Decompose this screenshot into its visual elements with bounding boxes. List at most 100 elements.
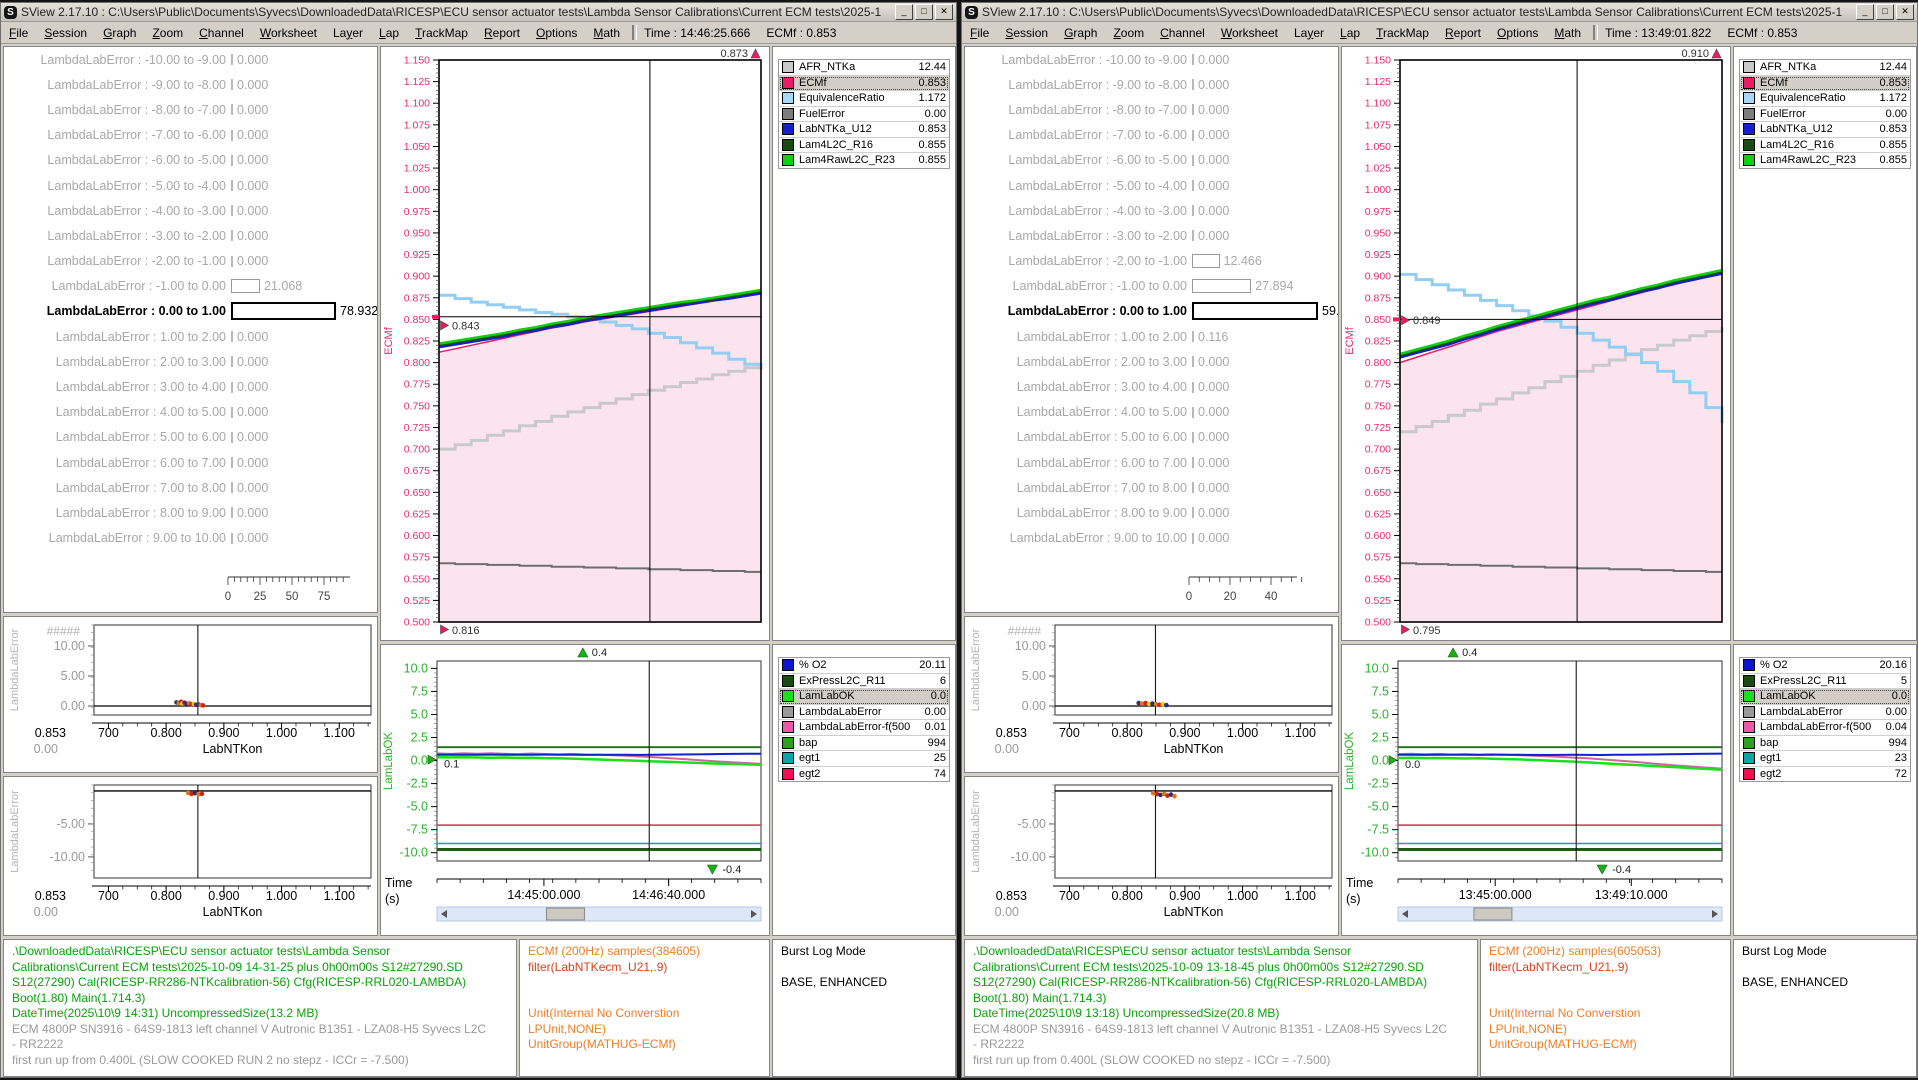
menu-item-graph[interactable]: Graph xyxy=(95,26,144,40)
minimize-button[interactable]: _ xyxy=(1856,4,1874,20)
legend-row[interactable]: AFR_NTKa12.44 xyxy=(1740,60,1910,76)
scatter-plot-2[interactable]: -5.00-10.007000.8000.9001.0001.100LabNTK… xyxy=(4,777,377,935)
histogram-row[interactable]: LambdaLabError : 9.00 to 10.000.000 xyxy=(965,526,1338,551)
legend-row[interactable]: LamLabOK0.0 xyxy=(1740,689,1910,705)
histogram-row[interactable]: LambdaLabError : 4.00 to 5.000.000 xyxy=(965,400,1338,425)
histogram-row[interactable]: LambdaLabError : 3.00 to 4.000.000 xyxy=(4,374,377,399)
histogram-row[interactable]: LambdaLabError : -9.00 to -8.000.000 xyxy=(4,72,377,97)
histogram-row[interactable]: LambdaLabError : -1.00 to 0.0027.894 xyxy=(965,274,1338,299)
maximize-button[interactable]: □ xyxy=(1876,4,1894,20)
histogram-row[interactable]: LambdaLabError : -5.00 to -4.000.000 xyxy=(4,173,377,198)
histogram-row[interactable]: LambdaLabError : 6.00 to 7.000.000 xyxy=(965,450,1338,475)
menu-item-math[interactable]: Math xyxy=(1546,26,1589,40)
menu-item-worksheet[interactable]: Worksheet xyxy=(252,26,325,40)
legend-row[interactable]: ECMf0.853 xyxy=(1740,76,1910,92)
histogram-row[interactable]: LambdaLabError : -5.00 to -4.000.000 xyxy=(965,173,1338,198)
legend-row[interactable]: FuelError0.00 xyxy=(779,107,949,123)
histogram-row[interactable]: LambdaLabError : -7.00 to -6.000.000 xyxy=(4,123,377,148)
legend-row[interactable]: LambdaLabError0.00 xyxy=(1740,705,1910,721)
histogram-row[interactable]: LambdaLabError : 7.00 to 8.000.000 xyxy=(965,475,1338,500)
histogram-row[interactable]: LambdaLabError : 7.00 to 8.000.000 xyxy=(4,475,377,500)
legend-row[interactable]: egt274 xyxy=(779,767,949,782)
menu-item-session[interactable]: Session xyxy=(36,26,95,40)
main-graph[interactable]: 1.1501.1251.1001.0751.0501.0251.0000.975… xyxy=(1342,47,1730,640)
histogram-row[interactable]: LambdaLabError : 0.00 to 1.0059.524 xyxy=(965,299,1338,324)
menu-item-report[interactable]: Report xyxy=(476,26,528,40)
histogram-row[interactable]: LambdaLabError : -10.00 to -9.000.000 xyxy=(4,47,377,72)
histogram-row[interactable]: LambdaLabError : 0.00 to 1.0078.932 xyxy=(4,299,377,324)
scatter-plot-2[interactable]: -5.00-10.007000.8000.9001.0001.100LabNTK… xyxy=(965,777,1338,935)
legend-row[interactable]: egt125 xyxy=(779,751,949,767)
histogram-row[interactable]: LambdaLabError : -8.00 to -7.000.000 xyxy=(965,97,1338,122)
legend-row[interactable]: EquivalenceRatio1.172 xyxy=(1740,91,1910,107)
menu-item-layer[interactable]: Layer xyxy=(1286,26,1332,40)
legend-row[interactable]: % O220.16 xyxy=(1740,658,1910,674)
main-graph[interactable]: 1.1501.1251.1001.0751.0501.0251.0000.975… xyxy=(381,47,769,640)
menu-item-trackmap[interactable]: TrackMap xyxy=(407,26,476,40)
legend-row[interactable]: ExPressL2C_R115 xyxy=(1740,674,1910,690)
legend-row[interactable]: LambdaLabError-f(5000.01 xyxy=(779,720,949,736)
legend-row[interactable]: LabNTKa_U120.853 xyxy=(779,122,949,138)
menu-item-channel[interactable]: Channel xyxy=(191,26,252,40)
scatter-plot-1[interactable]: #####10.005.000.007000.8000.9001.0001.10… xyxy=(4,617,377,772)
legend-row[interactable]: EquivalenceRatio1.172 xyxy=(779,91,949,107)
menu-item-math[interactable]: Math xyxy=(585,26,628,40)
menu-item-options[interactable]: Options xyxy=(1489,26,1546,40)
legend-row[interactable]: LambdaLabError0.00 xyxy=(779,705,949,721)
histogram-row[interactable]: LambdaLabError : 9.00 to 10.000.000 xyxy=(4,526,377,551)
menu-item-trackmap[interactable]: TrackMap xyxy=(1368,26,1437,40)
legend-row[interactable]: LambdaLabError-f(5000.04 xyxy=(1740,720,1910,736)
histogram-row[interactable]: LambdaLabError : -6.00 to -5.000.000 xyxy=(965,148,1338,173)
histogram-row[interactable]: LambdaLabError : -2.00 to -1.0012.466 xyxy=(965,249,1338,274)
menu-item-lap[interactable]: Lap xyxy=(1332,26,1368,40)
maximize-button[interactable]: □ xyxy=(915,4,933,20)
histogram-row[interactable]: LambdaLabError : -3.00 to -2.000.000 xyxy=(4,223,377,248)
histogram-row[interactable]: LambdaLabError : -7.00 to -6.000.000 xyxy=(965,123,1338,148)
close-button[interactable]: ✕ xyxy=(935,4,953,20)
menu-item-worksheet[interactable]: Worksheet xyxy=(1213,26,1286,40)
scatter-plot-1[interactable]: #####10.005.000.007000.8000.9001.0001.10… xyxy=(965,617,1338,772)
legend-row[interactable]: % O220.11 xyxy=(779,658,949,674)
menu-item-report[interactable]: Report xyxy=(1437,26,1489,40)
menu-item-file[interactable]: File xyxy=(962,26,997,40)
legend-row[interactable]: LabNTKa_U120.853 xyxy=(1740,122,1910,138)
legend-row[interactable]: ECMf0.853 xyxy=(779,76,949,92)
histogram-row[interactable]: LambdaLabError : -2.00 to -1.000.000 xyxy=(4,249,377,274)
histogram-row[interactable]: LambdaLabError : -6.00 to -5.000.000 xyxy=(4,148,377,173)
histogram-row[interactable]: LambdaLabError : 1.00 to 2.000.000 xyxy=(4,324,377,349)
histogram-row[interactable]: LambdaLabError : 6.00 to 7.000.000 xyxy=(4,450,377,475)
histogram-row[interactable]: LambdaLabError : 8.00 to 9.000.000 xyxy=(4,500,377,525)
legend-row[interactable]: Lam4RawL2C_R230.855 xyxy=(779,153,949,168)
time-plot[interactable]: 10.07.55.02.50.0-2.5-5.0-7.5-10.0LamLabO… xyxy=(381,645,769,935)
menu-item-file[interactable]: File xyxy=(1,26,36,40)
legend-row[interactable]: egt272 xyxy=(1740,767,1910,782)
menu-item-graph[interactable]: Graph xyxy=(1056,26,1105,40)
menu-item-options[interactable]: Options xyxy=(528,26,585,40)
histogram-row[interactable]: LambdaLabError : 5.00 to 6.000.000 xyxy=(965,425,1338,450)
menu-item-layer[interactable]: Layer xyxy=(325,26,371,40)
histogram-row[interactable]: LambdaLabError : -4.00 to -3.000.000 xyxy=(965,198,1338,223)
histogram-row[interactable]: LambdaLabError : 4.00 to 5.000.000 xyxy=(4,400,377,425)
histogram-row[interactable]: LambdaLabError : 1.00 to 2.000.116 xyxy=(965,324,1338,349)
legend-row[interactable]: bap994 xyxy=(1740,736,1910,752)
menu-item-session[interactable]: Session xyxy=(997,26,1056,40)
legend-row[interactable]: Lam4L2C_R160.855 xyxy=(779,138,949,154)
legend-row[interactable]: Lam4RawL2C_R230.855 xyxy=(1740,153,1910,168)
histogram-row[interactable]: LambdaLabError : -4.00 to -3.000.000 xyxy=(4,198,377,223)
time-plot[interactable]: 10.07.55.02.50.0-2.5-5.0-7.5-10.0LamLabO… xyxy=(1342,645,1730,935)
legend-row[interactable]: egt123 xyxy=(1740,751,1910,767)
legend-row[interactable]: AFR_NTKa12.44 xyxy=(779,60,949,76)
legend-row[interactable]: FuelError0.00 xyxy=(1740,107,1910,123)
menu-item-zoom[interactable]: Zoom xyxy=(1105,26,1152,40)
histogram-row[interactable]: LambdaLabError : -9.00 to -8.000.000 xyxy=(965,72,1338,97)
histogram-row[interactable]: LambdaLabError : 3.00 to 4.000.000 xyxy=(965,374,1338,399)
close-button[interactable]: ✕ xyxy=(1896,4,1914,20)
minimize-button[interactable]: _ xyxy=(895,4,913,20)
histogram-row[interactable]: LambdaLabError : -8.00 to -7.000.000 xyxy=(4,97,377,122)
histogram-row[interactable]: LambdaLabError : -10.00 to -9.000.000 xyxy=(965,47,1338,72)
menu-item-lap[interactable]: Lap xyxy=(371,26,407,40)
histogram-row[interactable]: LambdaLabError : -3.00 to -2.000.000 xyxy=(965,223,1338,248)
histogram-row[interactable]: LambdaLabError : -1.00 to 0.0021.068 xyxy=(4,274,377,299)
histogram-row[interactable]: LambdaLabError : 8.00 to 9.000.000 xyxy=(965,500,1338,525)
legend-row[interactable]: bap994 xyxy=(779,736,949,752)
